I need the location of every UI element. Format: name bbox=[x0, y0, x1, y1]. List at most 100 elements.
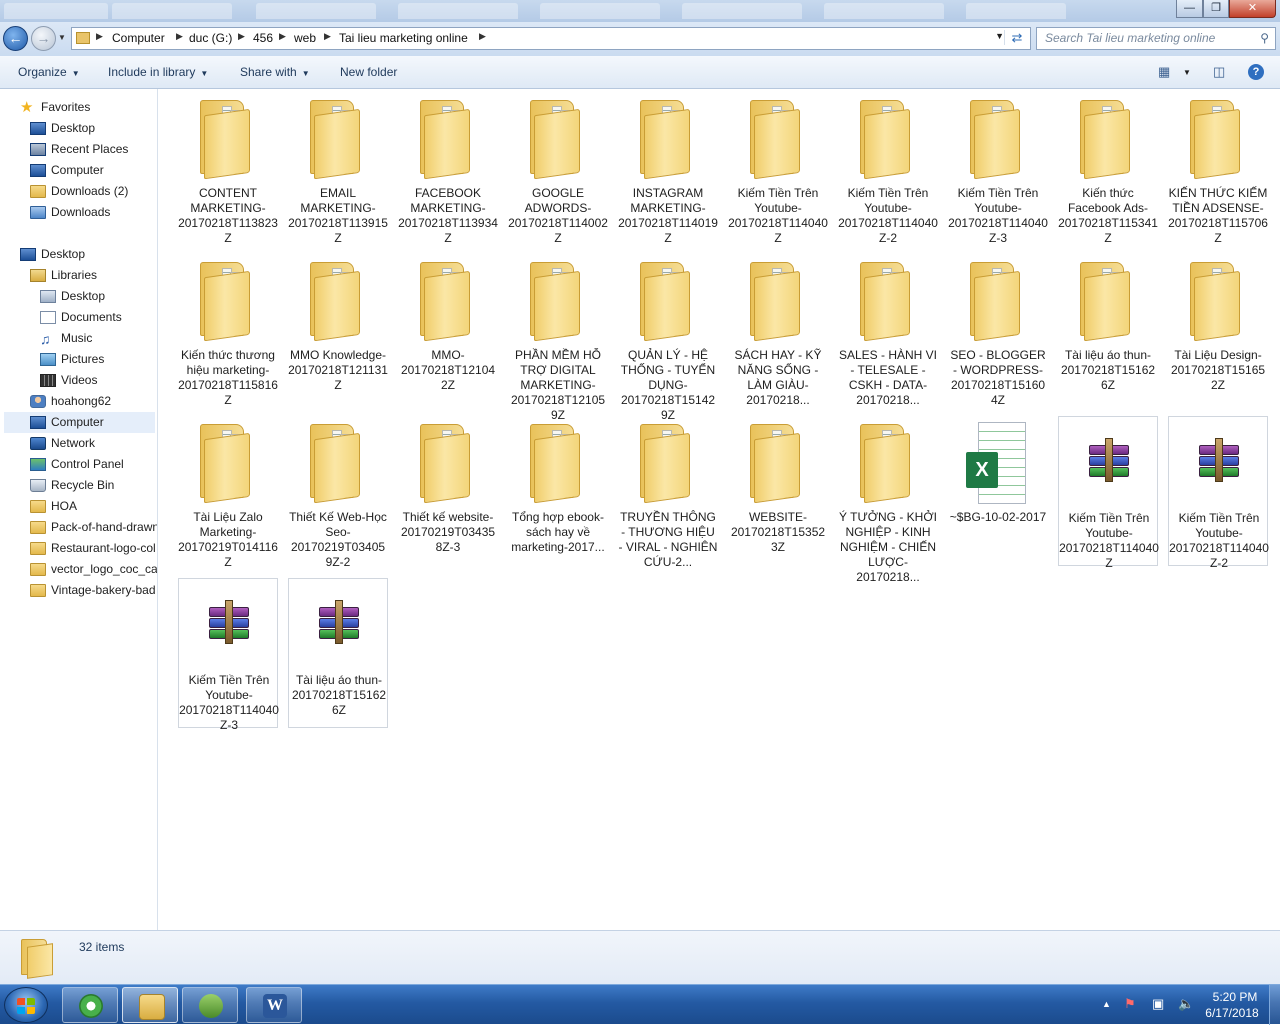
nav-user[interactable]: hoahong62 bbox=[30, 391, 155, 412]
nav-folder-restaurant[interactable]: Restaurant-logo-col bbox=[30, 538, 157, 559]
nav-lib-desktop[interactable]: Desktop bbox=[40, 286, 155, 307]
spreadsheet-file-item[interactable]: X ~$BG-10-02-2017 bbox=[948, 416, 1048, 566]
clock-date[interactable]: 6/17/2018 bbox=[1200, 1006, 1264, 1020]
share-with-menu[interactable]: Share with ▼ bbox=[240, 65, 310, 79]
folder-item[interactable]: Thiết kế website-20170219T034358Z-3 bbox=[398, 416, 498, 566]
breadcrumb-drive[interactable]: duc (G:) bbox=[189, 31, 232, 45]
back-button[interactable]: ← bbox=[3, 26, 28, 51]
archive-file-item[interactable]: Kiếm Tiền Trên Youtube-20170218T114040Z bbox=[1058, 416, 1159, 570]
organize-menu[interactable]: Organize ▼ bbox=[18, 65, 80, 79]
nav-music[interactable]: ♫ Music bbox=[40, 328, 155, 349]
folder-item[interactable]: Thiết Kế Web-Học Seo-20170219T034059Z-2 bbox=[288, 416, 388, 569]
folder-item[interactable]: Kiến thức thương hiệu marketing-20170218… bbox=[178, 254, 278, 407]
breadcrumb-arrow-icon[interactable]: ▶ bbox=[238, 31, 245, 42]
folder-item[interactable]: CONTENT MARKETING-20170218T113823Z bbox=[178, 92, 278, 245]
background-tab[interactable] bbox=[966, 3, 1066, 19]
folder-item[interactable]: Ý TƯỞNG - KHỞI NGHIỆP - KINH NGHIỆM - CH… bbox=[838, 416, 938, 584]
folder-item[interactable]: KIẾN THỨC KIẾM TIỀN ADSENSE-20170218T115… bbox=[1168, 92, 1268, 245]
breadcrumb-arrow-icon[interactable]: ▶ bbox=[279, 31, 286, 42]
background-tab[interactable] bbox=[112, 3, 232, 19]
breadcrumb-arrow-icon[interactable]: ▶ bbox=[479, 31, 486, 42]
breadcrumb-web[interactable]: web bbox=[294, 31, 316, 45]
nav-folder-pack[interactable]: Pack-of-hand-drawn bbox=[30, 517, 157, 538]
new-folder-button[interactable]: New folder bbox=[340, 65, 397, 79]
nav-fav-desktop[interactable]: Desktop bbox=[30, 118, 155, 139]
folder-item[interactable]: Kiếm Tiền Trên Youtube-20170218T114040Z-… bbox=[838, 92, 938, 245]
folder-item[interactable]: MMO Knowledge-20170218T121131Z bbox=[288, 254, 388, 404]
nav-downloads-2[interactable]: Downloads (2) bbox=[30, 181, 155, 202]
forward-button[interactable]: → bbox=[31, 26, 56, 51]
breadcrumb-computer[interactable]: Computer bbox=[112, 31, 165, 45]
folder-item[interactable]: QUẢN LÝ - HỆ THỐNG - TUYỂN DỤNG-20170218… bbox=[618, 254, 718, 422]
folder-item[interactable]: PHẦN MỀM HỖ TRỢ DIGITAL MARKETING-201702… bbox=[508, 254, 608, 422]
nav-videos[interactable]: Videos bbox=[40, 370, 155, 391]
maximize-button[interactable]: ❐ bbox=[1203, 0, 1229, 18]
background-tab[interactable] bbox=[4, 3, 108, 19]
folder-item[interactable]: WEBSITE-20170218T153523Z bbox=[728, 416, 828, 566]
background-tab[interactable] bbox=[540, 3, 660, 19]
taskbar-app[interactable] bbox=[182, 987, 238, 1023]
clock-time[interactable]: 5:20 PM bbox=[1209, 990, 1261, 1004]
nav-computer[interactable]: Computer bbox=[4, 412, 155, 433]
show-hidden-icons[interactable]: ▲ bbox=[1102, 999, 1111, 1009]
taskbar-word[interactable]: W bbox=[246, 987, 302, 1023]
nav-folder-vintage[interactable]: Vintage-bakery-bad bbox=[30, 580, 157, 601]
nav-recent-places[interactable]: Recent Places bbox=[30, 139, 155, 160]
archive-file-item[interactable]: Kiếm Tiền Trên Youtube-20170218T114040Z-… bbox=[178, 578, 279, 732]
show-desktop-button[interactable] bbox=[1269, 985, 1280, 1025]
folder-item[interactable]: SÁCH HAY - KỸ NĂNG SỐNG - LÀM GIÀU-20170… bbox=[728, 254, 828, 407]
action-center-icon[interactable]: ⚑ bbox=[1124, 996, 1136, 1012]
view-options-icon[interactable]: ▦ bbox=[1158, 64, 1170, 80]
folder-item[interactable]: Tài liệu áo thun-20170218T151626Z bbox=[1058, 254, 1158, 404]
recent-pages-dropdown[interactable]: ▼ bbox=[58, 33, 66, 42]
nav-downloads[interactable]: Downloads bbox=[30, 202, 155, 223]
folder-item[interactable]: Tổng hợp ebook-sách hay về marketing-201… bbox=[508, 416, 608, 566]
nav-network[interactable]: Network bbox=[30, 433, 155, 454]
folder-item[interactable]: Kiến thức Facebook Ads-20170218T115341Z bbox=[1058, 92, 1158, 245]
close-button[interactable]: ✕ bbox=[1229, 0, 1276, 18]
preview-pane-icon[interactable]: ◫ bbox=[1213, 64, 1225, 80]
folder-item[interactable]: Tài Liệu Zalo Marketing-20170219T014116Z bbox=[178, 416, 278, 569]
folder-item[interactable]: FACEBOOK MARKETING-20170218T113934Z bbox=[398, 92, 498, 245]
minimize-button[interactable]: — bbox=[1176, 0, 1203, 18]
background-tab[interactable] bbox=[256, 3, 376, 19]
search-icon[interactable]: ⚲ bbox=[1260, 31, 1269, 45]
volume-icon[interactable]: 🔈 bbox=[1178, 996, 1194, 1012]
folder-item[interactable]: MMO-20170218T121042Z bbox=[398, 254, 498, 404]
breadcrumb-arrow-icon[interactable]: ▶ bbox=[176, 31, 183, 42]
nav-fav-computer[interactable]: Computer bbox=[30, 160, 155, 181]
nav-recycle-bin[interactable]: Recycle Bin bbox=[30, 475, 155, 496]
include-in-library-menu[interactable]: Include in library ▼ bbox=[108, 65, 208, 79]
address-bar[interactable]: ▶ Computer ▶ duc (G:) ▶ 456 ▶ web ▶ Tai … bbox=[71, 27, 1031, 50]
folder-item[interactable]: SALES - HÀNH VI - TELESALE - CSKH - DATA… bbox=[838, 254, 938, 407]
folder-item[interactable]: GOOGLE ADWORDS-20170218T114002Z bbox=[508, 92, 608, 245]
nav-favorites[interactable]: ★ Favorites bbox=[20, 97, 150, 118]
breadcrumb-456[interactable]: 456 bbox=[253, 31, 273, 45]
search-box[interactable]: Search Tai lieu marketing online ⚲ bbox=[1036, 27, 1276, 50]
nav-libraries[interactable]: Libraries bbox=[30, 265, 155, 286]
folder-item[interactable]: TRUYỀN THÔNG - THƯƠNG HIỆU - VIRAL - NGH… bbox=[618, 416, 718, 569]
folder-item[interactable]: INSTAGRAM MARKETING-20170218T114019Z bbox=[618, 92, 718, 245]
nav-pictures[interactable]: Pictures bbox=[40, 349, 155, 370]
archive-file-item[interactable]: Tài liệu áo thun-20170218T151626Z bbox=[288, 578, 388, 728]
background-tab[interactable] bbox=[398, 3, 518, 19]
folder-item[interactable]: Kiếm Tiền Trên Youtube-20170218T114040Z bbox=[728, 92, 828, 245]
archive-file-item[interactable]: Kiếm Tiền Trên Youtube-20170218T114040Z-… bbox=[1168, 416, 1269, 570]
nav-desktop[interactable]: Desktop bbox=[20, 244, 155, 265]
start-button[interactable] bbox=[4, 987, 48, 1023]
help-icon[interactable]: ? bbox=[1248, 64, 1264, 80]
nav-control-panel[interactable]: Control Panel bbox=[30, 454, 155, 475]
taskbar-windows-explorer[interactable] bbox=[122, 987, 178, 1023]
refresh-button[interactable]: ⇄ bbox=[1004, 30, 1029, 45]
folder-item[interactable]: Kiếm Tiền Trên Youtube-20170218T114040Z-… bbox=[948, 92, 1048, 245]
nav-documents[interactable]: Documents bbox=[40, 307, 155, 328]
network-icon[interactable]: ▣ bbox=[1152, 996, 1164, 1012]
background-tab[interactable] bbox=[682, 3, 802, 19]
nav-folder-hoa[interactable]: HOA bbox=[30, 496, 155, 517]
nav-folder-vector[interactable]: vector_logo_coc_caf bbox=[30, 559, 157, 580]
folder-item[interactable]: SEO - BLOGGER - WORDPRESS-20170218T15160… bbox=[948, 254, 1048, 407]
folder-item[interactable]: EMAIL MARKETING-20170218T113915Z bbox=[288, 92, 388, 245]
breadcrumb-arrow-icon[interactable]: ▶ bbox=[324, 31, 331, 42]
breadcrumb-current-folder[interactable]: Tai lieu marketing online bbox=[339, 31, 468, 45]
address-history-dropdown[interactable]: ▼ bbox=[995, 31, 1004, 41]
